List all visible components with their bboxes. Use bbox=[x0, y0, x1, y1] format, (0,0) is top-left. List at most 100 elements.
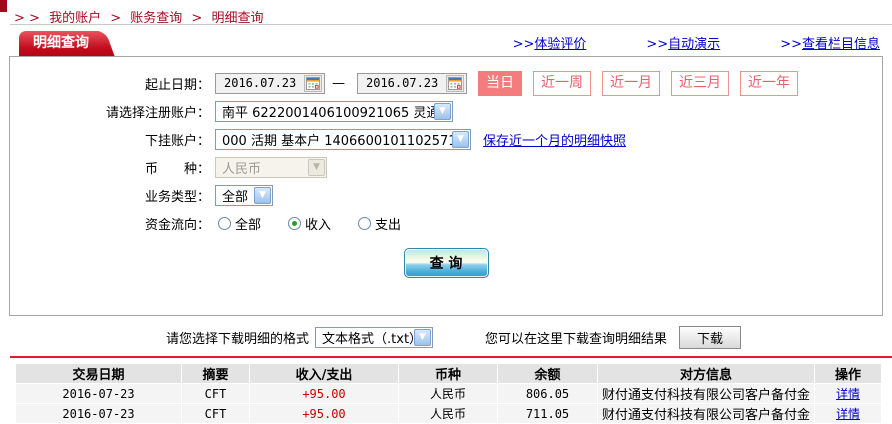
link-label: 查看栏目信息 bbox=[802, 37, 880, 52]
tab-detail-query[interactable]: 明细查询 bbox=[19, 31, 99, 56]
link-experience-rating[interactable]: >>体验评价 bbox=[513, 33, 587, 52]
breadcrumb-separator: > bbox=[110, 11, 121, 26]
link-prefix: >> bbox=[646, 37, 668, 52]
biz-type-row: 业务类型： 全部 ▼ bbox=[10, 184, 882, 206]
calendar-icon[interactable] bbox=[446, 75, 464, 92]
start-date-value: 2016.07.23 bbox=[224, 76, 296, 90]
flow-option-income-label: 收入 bbox=[305, 214, 331, 233]
header-counterparty: 对方信息 bbox=[598, 364, 814, 383]
flow-option-all-label: 全部 bbox=[235, 214, 261, 233]
flow-option-expense[interactable]: 支出 bbox=[358, 214, 401, 233]
cell-amount: +95.00 bbox=[250, 404, 398, 423]
query-button[interactable]: 查 询 bbox=[404, 248, 489, 278]
breadcrumb-prefix: > > bbox=[14, 11, 40, 26]
breadcrumb-item-my-account[interactable]: 我的账户 bbox=[49, 11, 101, 26]
breadcrumb: > > 我的账户 > 账务查询 > 明细查询 bbox=[0, 0, 892, 21]
currency-row: 币 种： 人民币 ▼ bbox=[10, 156, 882, 178]
cell-amount: +95.00 bbox=[250, 384, 398, 403]
header-currency: 币种 bbox=[399, 364, 497, 383]
cell-summary: CFT bbox=[182, 384, 249, 403]
download-format-value: 文本格式（.txt） bbox=[317, 328, 414, 347]
top-links: >>体验评价 >>自动演示 >>查看栏目信息 bbox=[513, 33, 886, 56]
quick-range-today-button[interactable]: 当日 bbox=[478, 71, 522, 96]
date-range-dash: — bbox=[332, 76, 345, 91]
quick-range-year-button[interactable]: 近一年 bbox=[740, 71, 798, 96]
chevron-down-icon[interactable]: ▼ bbox=[414, 329, 431, 346]
table-row: 2016-07-23 CFT +95.00 人民币 711.05 财付通支付科技… bbox=[16, 404, 881, 423]
cell-counterparty: 财付通支付科技有限公司客户备付金 bbox=[598, 404, 814, 423]
breadcrumb-separator: > bbox=[191, 11, 202, 26]
cell-balance: 806.05 bbox=[498, 384, 597, 403]
header-balance: 余额 bbox=[498, 364, 597, 383]
chevron-down-icon: ▼ bbox=[308, 159, 325, 176]
table-header-row: 交易日期 摘要 收入/支出 币种 余额 对方信息 操作 bbox=[16, 364, 881, 383]
cell-counterparty: 财付通支付科技有限公司客户备付金 bbox=[598, 384, 814, 403]
flow-label: 资金流向： bbox=[10, 214, 210, 233]
link-auto-demo[interactable]: >>自动演示 bbox=[646, 33, 720, 52]
quick-range-week-button[interactable]: 近一周 bbox=[533, 71, 591, 96]
corner-mark bbox=[0, 0, 7, 12]
transaction-table: 交易日期 摘要 收入/支出 币种 余额 对方信息 操作 2016-07-23 C… bbox=[15, 363, 882, 424]
radio-checked-icon[interactable] bbox=[288, 217, 301, 230]
red-divider bbox=[10, 356, 892, 358]
flow-row: 资金流向： 全部 收入 支出 bbox=[10, 212, 882, 234]
header-income-expense: 收入/支出 bbox=[250, 364, 398, 383]
sub-account-value: 000 活期 基本户 1406600101102571848 bbox=[217, 130, 452, 149]
chevron-down-icon[interactable]: ▼ bbox=[434, 103, 451, 120]
quick-range-quarter-button[interactable]: 近三月 bbox=[671, 71, 729, 96]
chevron-down-icon[interactable]: ▼ bbox=[452, 131, 469, 148]
currency-label: 币 种： bbox=[10, 158, 210, 177]
flow-option-all[interactable]: 全部 bbox=[218, 214, 261, 233]
currency-select: 人民币 ▼ bbox=[215, 157, 327, 178]
end-date-input[interactable]: 2016.07.23 bbox=[357, 73, 467, 94]
biz-type-select[interactable]: 全部 ▼ bbox=[215, 185, 273, 206]
cell-trade-date: 2016-07-23 bbox=[16, 384, 181, 403]
download-row: 请您选择下载明细的格式 文本格式（.txt） ▼ 您可以在这里下载查询明细结果 … bbox=[166, 325, 892, 349]
link-prefix: >> bbox=[513, 37, 535, 52]
calendar-icon bbox=[306, 77, 320, 90]
query-form-panel: 起止日期： 2016.07.23 — 2016.07.23 bbox=[9, 56, 883, 316]
sub-account-select[interactable]: 000 活期 基本户 1406600101102571848 ▼ bbox=[215, 129, 471, 150]
end-date-value: 2016.07.23 bbox=[366, 76, 438, 90]
query-button-row: 查 询 bbox=[10, 248, 882, 278]
sub-account-label: 下挂账户： bbox=[10, 130, 210, 149]
detail-link[interactable]: 详情 bbox=[836, 387, 860, 401]
link-prefix: >> bbox=[780, 37, 802, 52]
link-label: 体验评价 bbox=[534, 37, 586, 52]
register-account-label: 请选择注册账户： bbox=[10, 102, 210, 121]
start-date-input[interactable]: 2016.07.23 bbox=[215, 73, 325, 94]
biz-type-label: 业务类型： bbox=[10, 186, 210, 205]
download-format-select[interactable]: 文本格式（.txt） ▼ bbox=[315, 327, 433, 348]
date-range-label: 起止日期： bbox=[10, 74, 210, 93]
cell-currency: 人民币 bbox=[399, 384, 497, 403]
link-label: 自动演示 bbox=[668, 37, 720, 52]
cell-summary: CFT bbox=[182, 404, 249, 423]
download-hint: 您可以在这里下载查询明细结果 bbox=[485, 328, 667, 347]
sub-account-row: 下挂账户： 000 活期 基本户 1406600101102571848 ▼ 保… bbox=[10, 128, 882, 150]
radio-unchecked-icon[interactable] bbox=[218, 217, 231, 230]
biz-type-value: 全部 bbox=[217, 186, 253, 205]
cell-currency: 人民币 bbox=[399, 404, 497, 423]
chevron-down-icon[interactable]: ▼ bbox=[254, 187, 271, 204]
download-button[interactable]: 下载 bbox=[679, 326, 741, 349]
calendar-icon[interactable] bbox=[304, 75, 322, 92]
header-action: 操作 bbox=[815, 364, 881, 383]
detail-link[interactable]: 详情 bbox=[836, 407, 860, 421]
download-format-label: 请您选择下载明细的格式 bbox=[166, 328, 309, 347]
register-account-row: 请选择注册账户： 南平 6222001406100921065 灵通卡 ▼ bbox=[10, 100, 882, 122]
radio-unchecked-icon[interactable] bbox=[358, 217, 371, 230]
register-account-select[interactable]: 南平 6222001406100921065 灵通卡 ▼ bbox=[215, 101, 453, 122]
breadcrumb-item-account-query[interactable]: 账务查询 bbox=[130, 11, 182, 26]
flow-option-income[interactable]: 收入 bbox=[288, 214, 331, 233]
currency-value: 人民币 bbox=[217, 158, 266, 177]
header-summary: 摘要 bbox=[182, 364, 249, 383]
date-range-row: 起止日期： 2016.07.23 — 2016.07.23 bbox=[10, 72, 882, 94]
quick-range-month-button[interactable]: 近一月 bbox=[602, 71, 660, 96]
register-account-value: 南平 6222001406100921065 灵通卡 bbox=[217, 102, 434, 121]
breadcrumb-item-detail-query[interactable]: 明细查询 bbox=[211, 11, 263, 26]
tab-bar: 明细查询 >>体验评价 >>自动演示 >>查看栏目信息 bbox=[19, 31, 886, 56]
calendar-icon bbox=[448, 77, 462, 90]
cell-trade-date: 2016-07-23 bbox=[16, 404, 181, 423]
save-monthly-snapshot-link[interactable]: 保存近一个月的明细快照 bbox=[483, 130, 626, 149]
link-view-column-info[interactable]: >>查看栏目信息 bbox=[780, 33, 880, 52]
